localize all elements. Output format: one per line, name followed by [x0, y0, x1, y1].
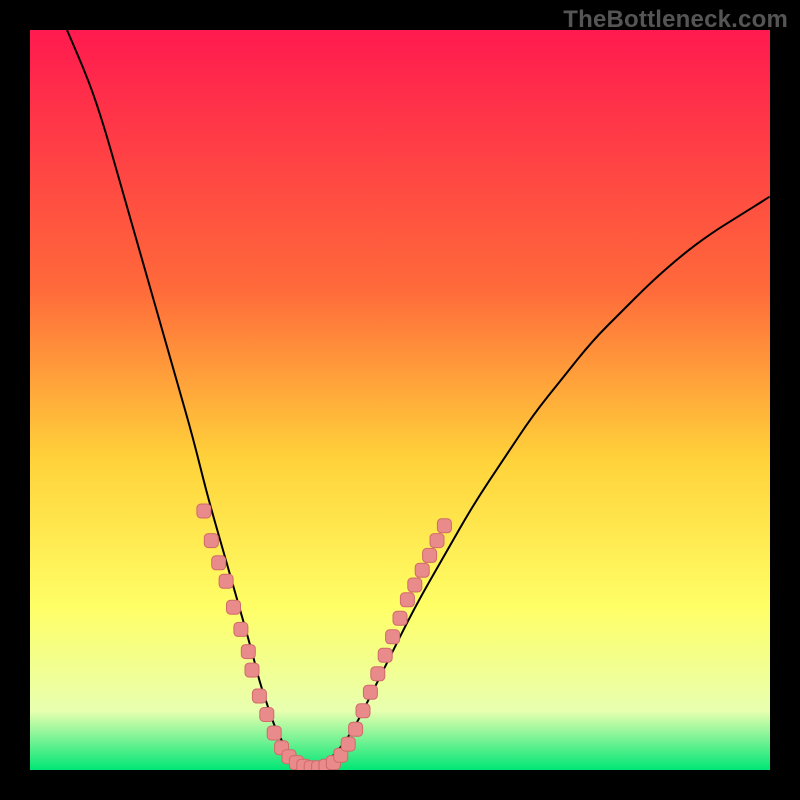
gradient-background	[30, 30, 770, 770]
data-marker	[227, 600, 241, 614]
data-marker	[415, 563, 429, 577]
data-marker	[260, 708, 274, 722]
data-marker	[371, 667, 385, 681]
data-marker	[267, 726, 281, 740]
data-marker	[241, 645, 255, 659]
data-marker	[378, 648, 392, 662]
data-marker	[212, 556, 226, 570]
data-marker	[437, 519, 451, 533]
data-marker	[219, 574, 233, 588]
plot-svg	[30, 30, 770, 770]
data-marker	[430, 534, 444, 548]
data-marker	[393, 611, 407, 625]
data-marker	[423, 548, 437, 562]
data-marker	[400, 593, 414, 607]
data-marker	[408, 578, 422, 592]
plot-area	[30, 30, 770, 770]
data-marker	[252, 689, 266, 703]
data-marker	[341, 737, 355, 751]
data-marker	[245, 663, 259, 677]
data-marker	[234, 622, 248, 636]
data-marker	[349, 722, 363, 736]
data-marker	[356, 704, 370, 718]
data-marker	[363, 685, 377, 699]
data-marker	[386, 630, 400, 644]
data-marker	[197, 504, 211, 518]
data-marker	[204, 534, 218, 548]
chart-stage: TheBottleneck.com	[0, 0, 800, 800]
